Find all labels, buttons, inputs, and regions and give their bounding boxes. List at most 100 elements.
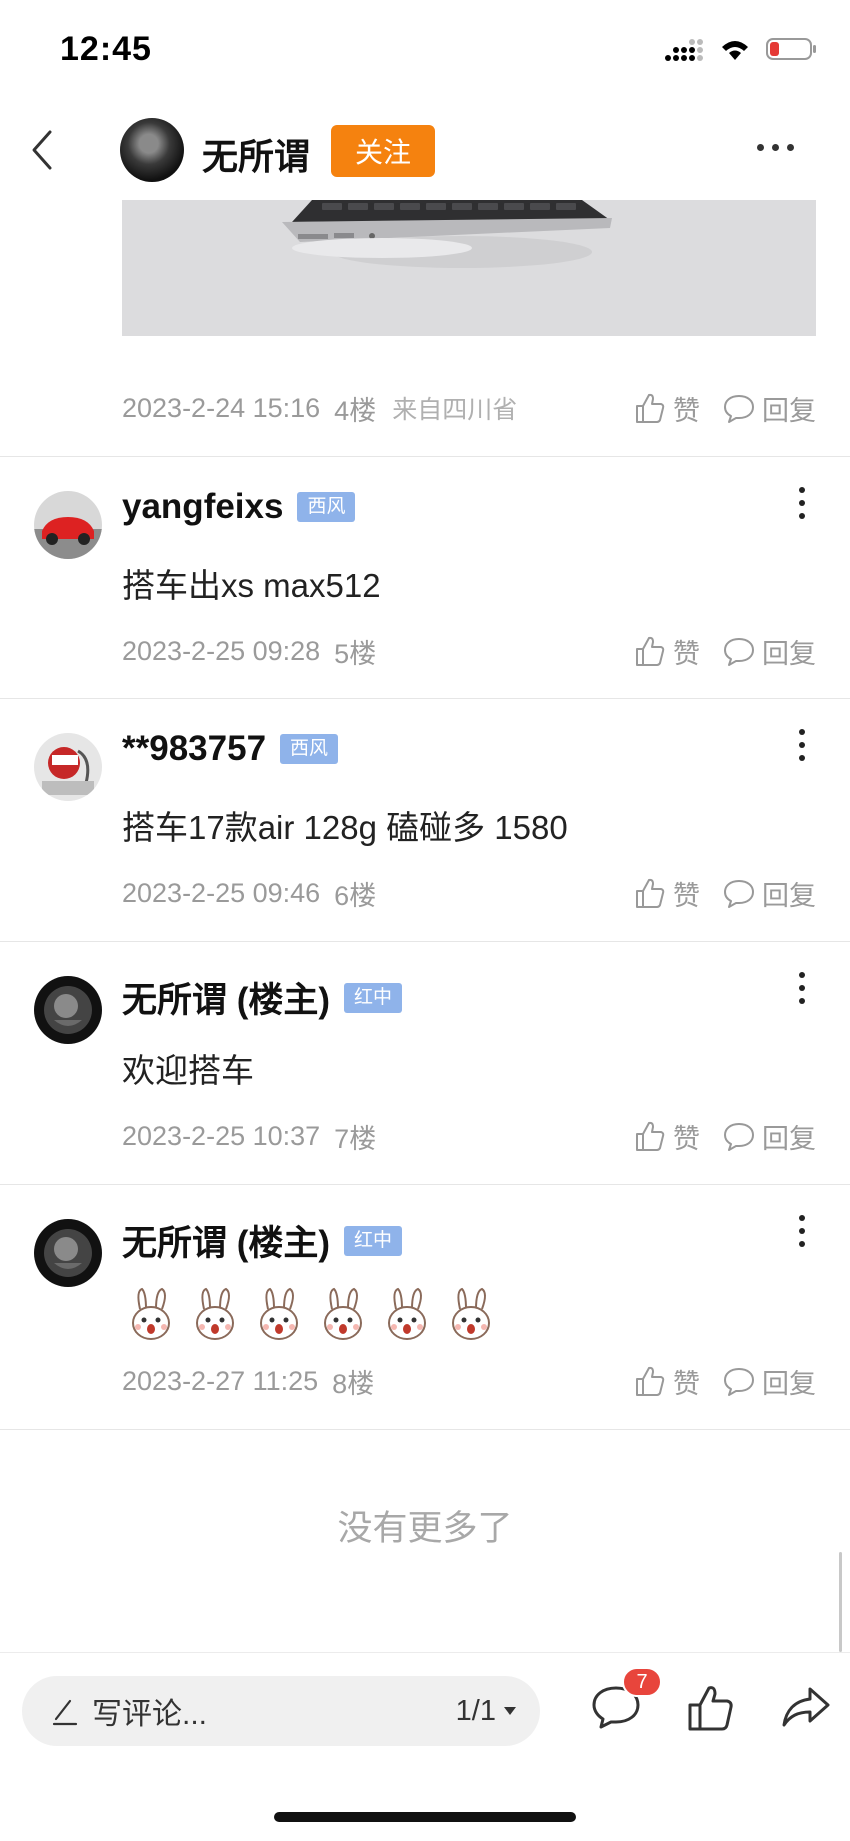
like-label: 赞 xyxy=(673,638,700,669)
status-bar: 12:45 xyxy=(0,0,850,100)
status-time: 12:45 xyxy=(60,30,152,68)
rabbit-emoji-icon xyxy=(196,1287,234,1340)
scrollbar[interactable] xyxy=(839,1552,842,1652)
back-arrow-icon[interactable] xyxy=(24,124,64,176)
comment-more-icon[interactable] xyxy=(798,487,806,519)
status-icons xyxy=(664,36,818,62)
comment-meta-row: 2023-2-25 09:28 5楼 赞 回复 xyxy=(122,629,816,673)
reply-button[interactable]: 回复 xyxy=(722,1362,816,1401)
more-options-icon[interactable] xyxy=(757,144,794,151)
cellular-signal-icon xyxy=(665,39,703,61)
page-indicator: 1/1 xyxy=(455,1694,496,1727)
reply-label: 回复 xyxy=(762,638,816,669)
comment-date: 2023-2-25 09:46 xyxy=(122,877,321,908)
follow-button[interactable]: 关注 xyxy=(331,125,435,177)
pen-icon xyxy=(52,1699,78,1726)
like-button[interactable]: 赞 xyxy=(633,874,700,913)
post-meta-row: 2023-2-24 15:16 4楼 来自四川省 赞 回复 xyxy=(122,386,816,430)
reply-label: 回复 xyxy=(762,1368,816,1399)
commenter-avatar[interactable] xyxy=(34,1219,102,1287)
comment-floor: 8楼 xyxy=(332,1368,375,1399)
comment-count-badge: 7 xyxy=(622,1667,662,1697)
comment-more-icon[interactable] xyxy=(798,1215,806,1247)
reply-button[interactable]: 回复 xyxy=(722,632,816,671)
reply-button[interactable]: 回复 xyxy=(722,874,816,913)
post-location: 来自四川省 xyxy=(392,396,518,424)
commenter-name[interactable]: 无所谓 (楼主) xyxy=(122,1215,330,1266)
page-selector[interactable]: 1/1 xyxy=(456,1676,518,1746)
like-button[interactable]: 赞 xyxy=(633,389,700,428)
laptop-photo xyxy=(122,200,816,336)
post-date: 2023-2-24 15:16 xyxy=(122,392,321,423)
level-badge: 西风 xyxy=(297,492,356,522)
home-indicator[interactable] xyxy=(274,1812,576,1822)
comment-meta-row: 2023-2-27 11:25 8楼 赞 回复 xyxy=(122,1359,816,1403)
comment-more-icon[interactable] xyxy=(798,972,806,1004)
rabbit-emoji-icon xyxy=(324,1287,362,1340)
thumbs-up-icon xyxy=(636,878,665,908)
commenter-avatar[interactable] xyxy=(34,491,102,559)
comment-meta-row: 2023-2-25 10:37 7楼 赞 回复 xyxy=(122,1114,816,1158)
level-badge: 红中 xyxy=(344,1225,403,1256)
emoji-row xyxy=(126,1287,496,1343)
comment-date: 2023-2-27 11:25 xyxy=(122,1365,319,1396)
commenter-avatar[interactable] xyxy=(34,976,102,1044)
reply-button[interactable]: 回复 xyxy=(722,389,816,428)
comment-item: yangfeixs 西风 搭车出xs max512 2023-2-25 09:2… xyxy=(0,457,850,698)
comment-input[interactable]: 写评论... 1/1 xyxy=(22,1676,540,1746)
battery-icon xyxy=(766,38,816,60)
rabbit-emoji-icon xyxy=(388,1287,426,1340)
like-button[interactable]: 赞 xyxy=(633,1362,700,1401)
comment-floor: 6楼 xyxy=(334,880,377,911)
comment-text: 欢迎搭车 xyxy=(122,1052,254,1089)
post-image[interactable] xyxy=(122,200,816,336)
comment-bubble-icon xyxy=(724,395,754,423)
author-name[interactable]: 无所谓 xyxy=(202,128,310,180)
commenter-avatar[interactable] xyxy=(34,733,102,801)
thumbs-up-icon[interactable] xyxy=(686,1683,736,1733)
caret-down-icon xyxy=(504,1707,516,1715)
comment-text: 搭车17款air 128g 磕碰多 1580 xyxy=(122,809,568,846)
like-label: 赞 xyxy=(673,395,700,426)
like-button[interactable]: 赞 xyxy=(633,632,700,671)
reply-label: 回复 xyxy=(762,1123,816,1154)
comment-item: 无所谓 (楼主) 红中 欢迎搭车 2023-2-25 10:37 7楼 赞 回复 xyxy=(0,942,850,1184)
wifi-icon xyxy=(722,41,748,60)
commenter-name[interactable]: yangfeixs xyxy=(122,487,283,527)
like-label: 赞 xyxy=(673,1123,700,1154)
rabbit-emoji-icon xyxy=(260,1287,298,1340)
comment-bubble-icon xyxy=(724,1368,754,1396)
thumbs-up-icon xyxy=(636,1366,665,1396)
comment-item: **983757 西风 搭车17款air 128g 磕碰多 1580 2023-… xyxy=(0,699,850,941)
rabbit-emoji-icon xyxy=(452,1287,490,1340)
divider xyxy=(0,1429,850,1430)
end-of-list-text: 没有更多了 xyxy=(337,1509,513,1548)
author-avatar[interactable] xyxy=(120,118,184,182)
comment-bubble-icon xyxy=(724,638,754,666)
like-button[interactable]: 赞 xyxy=(633,1117,700,1156)
comment-text: 搭车出xs max512 xyxy=(122,567,381,604)
level-badge: 西风 xyxy=(280,734,339,764)
commenter-name[interactable]: 无所谓 (楼主) xyxy=(122,972,330,1023)
comment-floor: 5楼 xyxy=(334,638,377,669)
comment-date: 2023-2-25 10:37 xyxy=(122,1120,321,1151)
thread-header: 无所谓 关注 xyxy=(0,100,850,200)
comment-meta-row: 2023-2-25 09:46 6楼 赞 回复 xyxy=(122,871,816,915)
comment-input-placeholder: 写评论... xyxy=(92,1698,208,1731)
comment-item: 无所谓 (楼主) 红中 2023-2-27 11:25 8楼 赞 回复 xyxy=(0,1185,850,1429)
like-label: 赞 xyxy=(673,880,700,911)
thumbs-up-icon xyxy=(636,393,665,423)
like-label: 赞 xyxy=(673,1368,700,1399)
rabbit-emoji-icon xyxy=(132,1287,170,1340)
comment-bubble-icon xyxy=(724,880,754,908)
commenter-name[interactable]: **983757 xyxy=(122,729,266,769)
thumbs-up-icon xyxy=(636,636,665,666)
comment-floor: 7楼 xyxy=(334,1123,377,1154)
comment-more-icon[interactable] xyxy=(798,729,806,761)
reply-button[interactable]: 回复 xyxy=(722,1117,816,1156)
reply-label: 回复 xyxy=(762,880,816,911)
share-arrow-icon[interactable] xyxy=(780,1683,832,1731)
level-badge: 红中 xyxy=(344,982,403,1013)
post-floor: 4楼 xyxy=(334,395,377,426)
thumbs-up-icon xyxy=(636,1121,665,1151)
